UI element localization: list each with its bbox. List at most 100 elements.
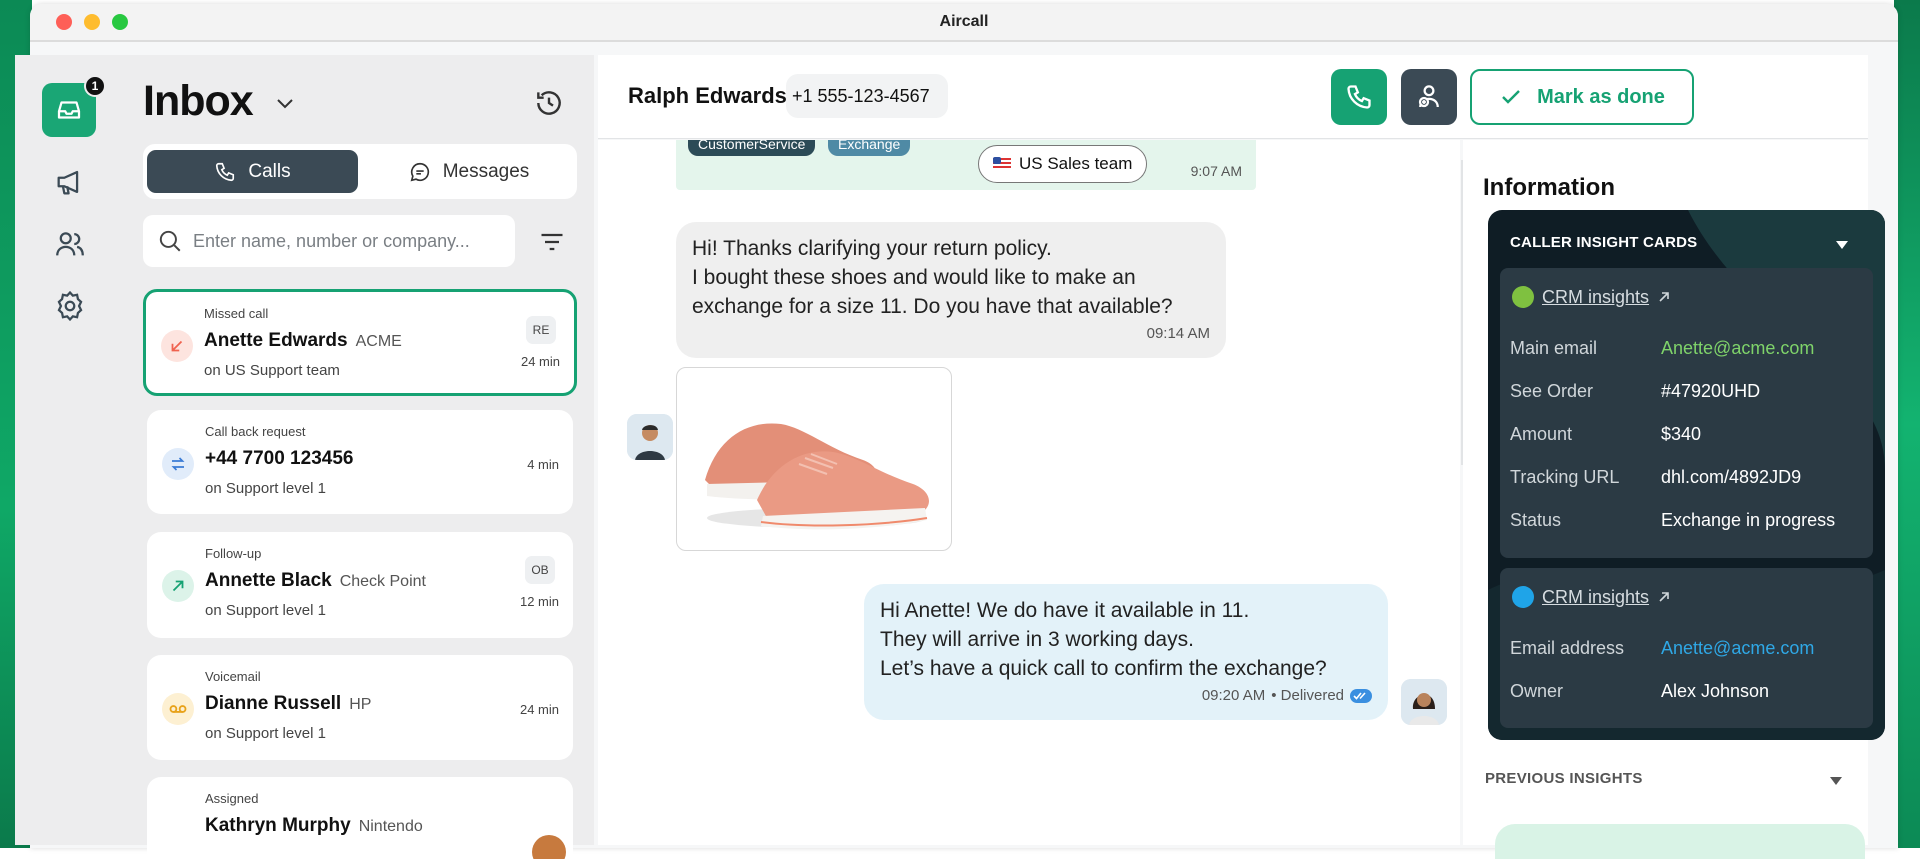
woman-avatar-picture	[1401, 679, 1447, 725]
message-time: 09:14 AM	[1146, 325, 1210, 342]
company-name: ACME	[355, 333, 402, 350]
external-link-icon	[1659, 592, 1669, 602]
crm-card-title[interactable]: CRM insights	[1512, 286, 1671, 308]
man-avatar-picture	[627, 414, 673, 460]
title-bar: Aircall	[30, 4, 1898, 42]
previous-insights-header[interactable]: PREVIOUS INSIGHTS	[1485, 770, 1643, 787]
previous-insight-card[interactable]	[1495, 824, 1865, 859]
mark-as-done-button[interactable]: Mark as done	[1470, 69, 1694, 125]
insight-value: Exchange in progress	[1661, 510, 1836, 530]
insight-value: dhl.com/4892JD9	[1661, 467, 1802, 487]
conversation-header: Ralph Edwards +1 555-123-4567 Mark as do…	[598, 55, 1868, 139]
inbox-panel: Inbox Calls Messages Missed call Anette …	[123, 55, 594, 859]
crm-insights-card: CRM insights Main email Anette@acme.com S…	[1500, 268, 1873, 558]
conversation-time: 24 min	[520, 354, 560, 369]
conversation-line: on US Support team	[204, 362, 340, 379]
crm-card-title[interactable]: CRM insights	[1512, 586, 1671, 608]
callback-icon	[162, 448, 194, 480]
conversation-kind: Follow-up	[205, 546, 262, 561]
tab-messages-label: Messages	[442, 160, 530, 182]
contact-name: Annette Black	[205, 570, 332, 591]
missed-call-icon	[161, 330, 193, 362]
message-line: I bought these shoes and would like to m…	[692, 266, 1136, 289]
conversation-time: 24 min	[519, 702, 559, 717]
caret-down-icon[interactable]	[1829, 776, 1843, 786]
inbox-title: Inbox	[143, 77, 254, 125]
insight-value[interactable]: Anette@acme.com	[1661, 638, 1814, 659]
conversation-name: Annette Black Check Point	[205, 570, 426, 592]
megaphone-icon[interactable]	[53, 165, 87, 199]
insight-key: Amount	[1510, 424, 1573, 444]
search-icon	[159, 230, 181, 252]
contact-title: Ralph Edwards	[628, 83, 787, 108]
mark-as-done-label: Mark as done	[1537, 85, 1665, 108]
agent-avatar	[1401, 679, 1447, 725]
call-button[interactable]	[1331, 69, 1387, 125]
insight-key: Status	[1510, 510, 1562, 530]
filter-icon[interactable]	[538, 228, 566, 256]
conversation-card[interactable]: Missed call Anette Edwards ACME on US Sup…	[143, 289, 577, 396]
insight-cards-header: CALLER INSIGHT CARDS	[1510, 234, 1698, 251]
conversation-line: on Support level 1	[205, 725, 326, 742]
inbox-count-badge: 1	[84, 75, 106, 97]
conversation-card[interactable]: Follow-up Annette Black Check Point on Su…	[147, 532, 573, 638]
contact-name: Dianne Russell	[205, 693, 342, 714]
crm-insights-card: CRM insights Email address Anette@acme.co…	[1500, 568, 1873, 728]
status-dot	[1512, 286, 1534, 308]
delivered-check-icon	[1350, 688, 1372, 703]
shoe-image[interactable]	[676, 367, 952, 551]
chevron-down-icon[interactable]	[273, 91, 297, 115]
conversation-line: on Support level 1	[205, 602, 326, 619]
contact-name: Kathryn Murphy	[205, 815, 351, 836]
contact-name: Anette Edwards	[204, 330, 348, 351]
caret-down-icon[interactable]	[1835, 240, 1849, 250]
insight-key: Tracking URL	[1510, 467, 1620, 487]
conversation-thread: CustomerService Exchange US Sales team 9…	[598, 140, 1460, 845]
status-dot	[1512, 586, 1534, 608]
insight-key: Email address	[1510, 638, 1625, 658]
settings-icon[interactable]	[53, 289, 87, 323]
information-panel: Information CALLER INSIGHT CARDS CRM ins…	[1463, 140, 1885, 859]
conversation-card[interactable]: Call back request +44 7700 123456 on Sup…	[147, 410, 573, 514]
crm-link[interactable]: CRM insights	[1542, 587, 1649, 608]
team-pill[interactable]: US Sales team	[978, 145, 1148, 183]
company-name: Nintendo	[358, 818, 423, 835]
conversation-name: Kathryn Murphy Nintendo	[205, 815, 423, 837]
conversation-name: +44 7700 123456	[205, 448, 354, 469]
crm-link[interactable]: CRM insights	[1542, 287, 1649, 308]
avatar	[532, 835, 566, 859]
conversation-kind: Assigned	[205, 791, 259, 806]
tab-messages[interactable]: Messages	[365, 150, 573, 193]
incoming-message: Hi! Thanks clarifying your return policy…	[676, 222, 1226, 358]
voicemail-icon	[162, 693, 194, 725]
tag-badge[interactable]: CustomerService	[688, 140, 816, 156]
conversation-card[interactable]: Assigned Kathryn Murphy Nintendo	[147, 777, 573, 859]
icon-rail: 1	[15, 55, 123, 845]
team-name: US Sales team	[1019, 154, 1133, 173]
phone-number[interactable]: +1 555-123-4567	[786, 74, 948, 118]
search-input[interactable]	[193, 230, 503, 252]
tag-badge[interactable]: Exchange	[828, 140, 911, 156]
check-icon	[1502, 90, 1520, 104]
contact-avatar	[627, 414, 673, 460]
insight-key: Main email	[1510, 338, 1598, 358]
tab-calls[interactable]: Calls	[147, 150, 358, 193]
message-line: Hi! Thanks clarifying your return policy…	[692, 237, 1052, 260]
contacts-icon[interactable]	[53, 227, 87, 261]
assign-button[interactable]	[1401, 69, 1457, 125]
insight-value[interactable]: Anette@acme.com	[1661, 338, 1814, 359]
conversation-kind: Call back request	[205, 424, 306, 439]
sneakers-picture	[705, 423, 929, 530]
inbox-icon	[57, 101, 81, 119]
history-icon[interactable]	[533, 87, 565, 119]
phone-icon	[216, 162, 235, 181]
conversation-card[interactable]: Voicemail Dianne Russell HP on Support le…	[147, 655, 573, 760]
tab-calls-label: Calls	[248, 160, 291, 182]
conversation-time: 12 min	[519, 594, 559, 609]
information-title: Information	[1483, 174, 1615, 201]
assignee-initials: RE	[526, 316, 556, 344]
search-box	[143, 215, 515, 267]
insight-key: See Order	[1510, 381, 1594, 401]
insight-value: $340	[1661, 424, 1702, 444]
conversation-kind: Missed call	[204, 306, 269, 321]
